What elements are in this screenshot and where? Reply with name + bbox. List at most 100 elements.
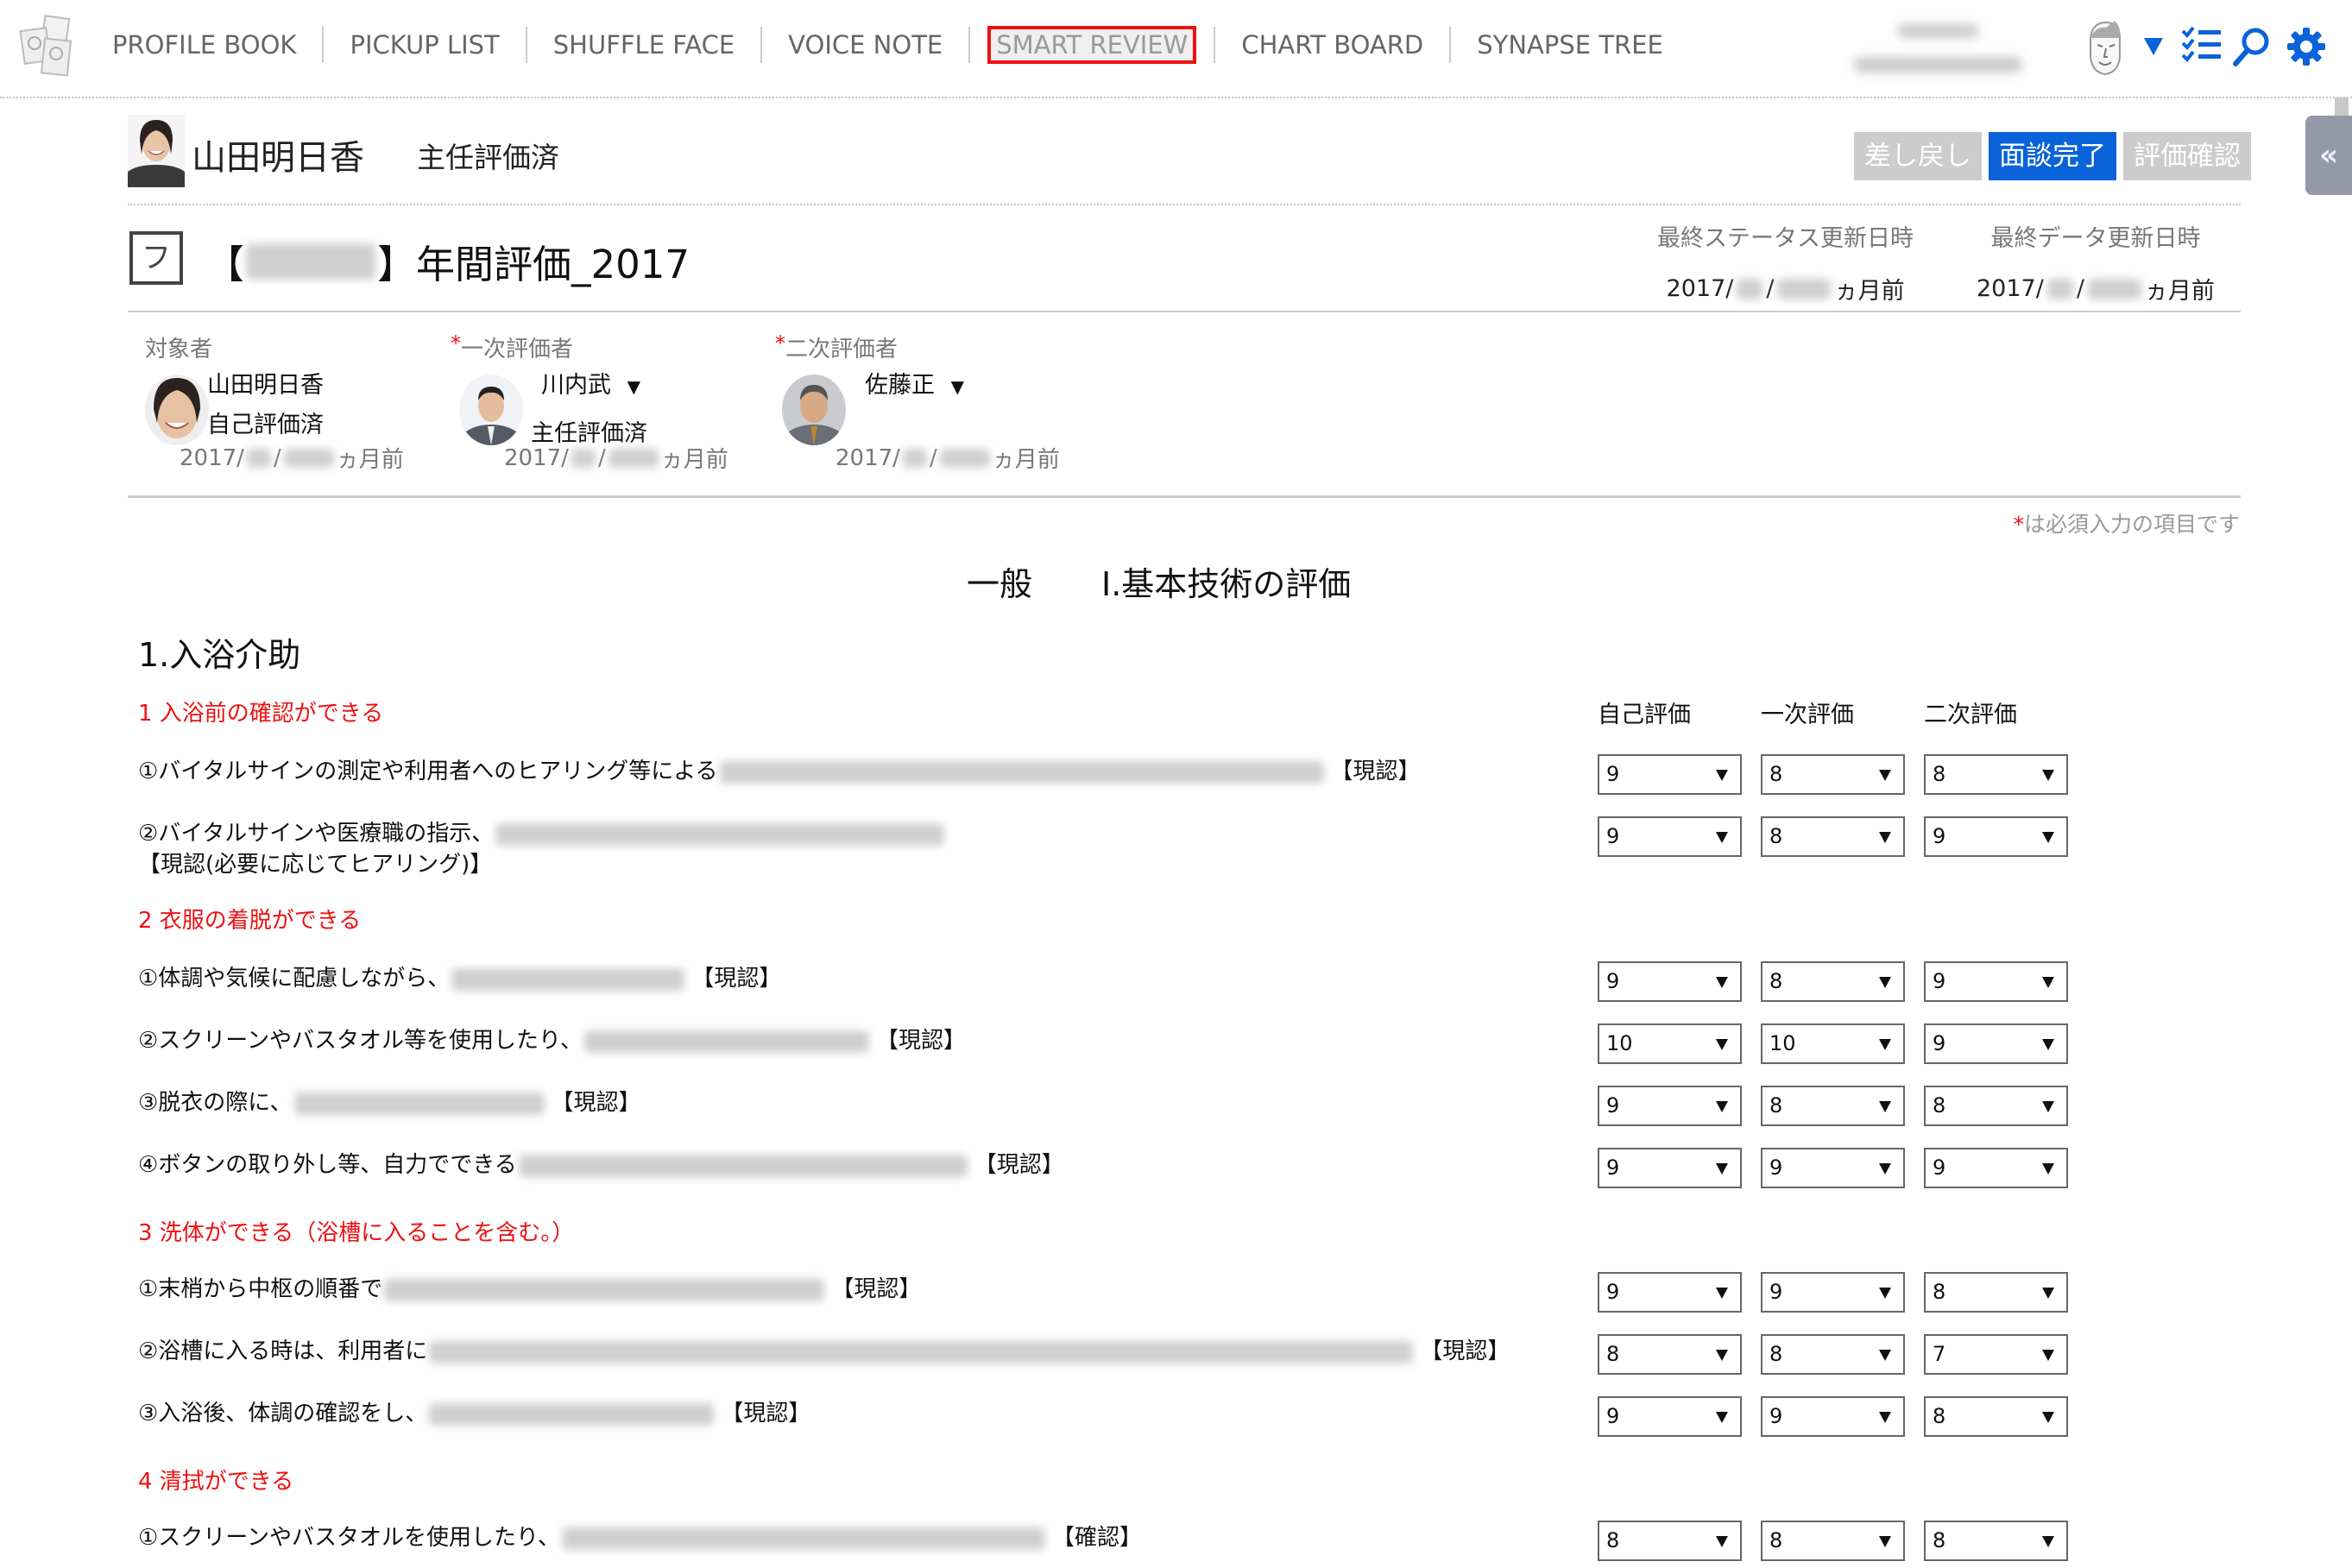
nav-pickup-list[interactable]: PICKUP LIST	[324, 26, 525, 64]
evaluation-item-text: ②スクリーンやバスタオル等を使用したり、 【現認】	[138, 1025, 966, 1056]
user-info-redacted	[1847, 16, 2028, 85]
evaluator-avatar	[459, 375, 523, 445]
self-score-select[interactable]: 9	[1598, 961, 1742, 1002]
item-text: ③入浴後、体調の確認をし、	[138, 1401, 428, 1426]
date-year: 2017/	[1977, 275, 2044, 302]
redacted-text	[939, 448, 990, 468]
redacted-text	[246, 448, 271, 468]
double-chevron-left-icon: «	[2319, 138, 2338, 173]
select-value: 8	[1769, 762, 1783, 786]
dropdown-caret-icon	[1879, 770, 1891, 781]
secondary-score-select[interactable]: 8	[1924, 1521, 2068, 1561]
primary-score-select[interactable]: 8	[1761, 1086, 1905, 1126]
dropdown-caret-icon	[1716, 770, 1728, 781]
secondary-score-select[interactable]: 8	[1924, 1396, 2068, 1437]
dropdown-caret-icon	[1879, 1101, 1891, 1112]
self-score-select[interactable]: 9	[1598, 1396, 1742, 1437]
secondary-score-select[interactable]: 9	[1924, 961, 2068, 1002]
subsection-heading: 1 入浴前の確認ができる	[138, 701, 384, 727]
nav-shuffle-face[interactable]: SHUFFLE FACE	[527, 26, 760, 64]
self-score-select[interactable]: 9	[1598, 754, 1742, 795]
select-value: 8	[1933, 1093, 1946, 1118]
select-value: 8	[1606, 1342, 1620, 1366]
primary-score-select[interactable]: 8	[1761, 754, 1905, 795]
send-back-button[interactable]: 差し戻し	[1854, 132, 1982, 180]
dropdown-caret-icon	[1716, 1101, 1728, 1112]
title-suffix: 】年間評価_2017	[377, 242, 690, 287]
dropdown-caret-icon	[2042, 770, 2054, 781]
gear-icon[interactable]	[2286, 26, 2327, 67]
user-avatar-icon[interactable]	[2080, 17, 2130, 79]
item-text: ②浴槽に入る時は、利用者に	[138, 1338, 428, 1364]
side-panel-collapse-toggle[interactable]: «	[2305, 116, 2352, 195]
select-value: 9	[1769, 1280, 1783, 1304]
select-value: 10	[1606, 1031, 1633, 1055]
dropdown-caret-icon	[2042, 1412, 2054, 1423]
profile-book-logo-icon[interactable]	[19, 14, 78, 78]
date-relative: ヵ月前	[660, 447, 728, 473]
search-icon[interactable]	[2231, 26, 2273, 67]
evaluator-status: 自己評価済	[207, 412, 324, 438]
date-relative: ヵ月前	[992, 447, 1060, 473]
secondary-score-select[interactable]: 9	[1924, 1148, 2068, 1188]
primary-score-select[interactable]: 8	[1761, 1521, 1905, 1561]
evaluator-date: 2017/ / ヵ月前	[180, 442, 404, 474]
primary-score-select[interactable]: 9	[1761, 1396, 1905, 1437]
self-score-select[interactable]: 8	[1598, 1521, 1742, 1561]
nav-chart-board[interactable]: CHART BOARD	[1215, 26, 1449, 64]
secondary-score-select[interactable]: 9	[1924, 816, 2068, 857]
primary-score-select[interactable]: 10	[1761, 1023, 1905, 1064]
secondary-score-select[interactable]: 9	[1924, 1023, 2068, 1064]
evaluator-avatar	[145, 375, 209, 445]
select-value: 8	[1769, 1528, 1783, 1552]
select-value: 8	[1606, 1528, 1620, 1552]
item-text: ①体調や気候に配慮しながら、	[138, 966, 451, 992]
self-score-select[interactable]: 9	[1598, 1148, 1742, 1188]
user-menu-dropdown-caret[interactable]	[2144, 38, 2163, 55]
self-score-select[interactable]: 9	[1598, 816, 1742, 857]
primary-score-select[interactable]: 8	[1761, 961, 1905, 1002]
subsection-heading: 4 清拭ができる	[138, 1469, 294, 1495]
select-value: 9	[1606, 1280, 1620, 1304]
section-heading: 一般 Ⅰ.基本技術の評価	[967, 557, 1351, 605]
primary-score-select[interactable]: 8	[1761, 1334, 1905, 1375]
evaluation-confirm-button[interactable]: 評価確認	[2123, 132, 2251, 180]
redacted-text	[283, 448, 334, 468]
self-score-select[interactable]: 9	[1598, 1086, 1742, 1126]
nav-profile-book[interactable]: PROFILE BOOK	[86, 26, 322, 64]
title-prefix: 【	[205, 242, 245, 287]
evaluation-kind-badge: フ	[129, 231, 183, 285]
select-value: 9	[1933, 1156, 1946, 1180]
redacted-text	[561, 1527, 1045, 1550]
primary-score-select[interactable]: 9	[1761, 1272, 1905, 1313]
self-score-select[interactable]: 9	[1598, 1272, 1742, 1313]
category-heading: 1.入浴介助	[138, 636, 301, 674]
date-relative: ヵ月前	[336, 447, 404, 473]
last-status-update-label: 最終ステータス更新日時	[1657, 225, 1914, 252]
divider	[128, 495, 2241, 498]
dropdown-caret-icon	[2042, 1350, 2054, 1361]
evaluator-secondary: *二次評価者 佐藤正 ▼ 2017/ / ヵ月前	[775, 331, 1060, 473]
redacted-text	[451, 967, 685, 991]
evaluator-select-primary[interactable]: 川内武 ▼	[541, 366, 640, 400]
self-score-select[interactable]: 10	[1598, 1023, 1742, 1064]
dropdown-caret-icon	[1879, 1536, 1891, 1547]
dropdown-caret-icon	[2042, 1163, 2054, 1174]
self-score-select[interactable]: 8	[1598, 1334, 1742, 1375]
secondary-score-select[interactable]: 8	[1924, 1272, 2068, 1313]
primary-score-select[interactable]: 8	[1761, 816, 1905, 857]
checklist-icon[interactable]	[2181, 26, 2223, 67]
secondary-score-select[interactable]: 7	[1924, 1334, 2068, 1375]
interview-complete-button[interactable]: 面談完了	[1989, 132, 2116, 180]
evaluator-select-secondary[interactable]: 佐藤正 ▼	[865, 366, 964, 400]
select-value: 9	[1769, 1404, 1783, 1428]
primary-score-select[interactable]: 9	[1761, 1148, 1905, 1188]
nav-synapse-tree[interactable]: SYNAPSE TREE	[1451, 26, 1689, 64]
evaluator-role-label: 対象者	[145, 337, 213, 362]
last-data-update-label: 最終データ更新日時	[1990, 225, 2201, 252]
nav-smart-review[interactable]: SMART REVIEW	[987, 26, 1197, 64]
secondary-score-select[interactable]: 8	[1924, 754, 2068, 795]
redacted-text	[246, 242, 376, 280]
secondary-score-select[interactable]: 8	[1924, 1086, 2068, 1126]
nav-voice-note[interactable]: VOICE NOTE	[762, 26, 968, 64]
